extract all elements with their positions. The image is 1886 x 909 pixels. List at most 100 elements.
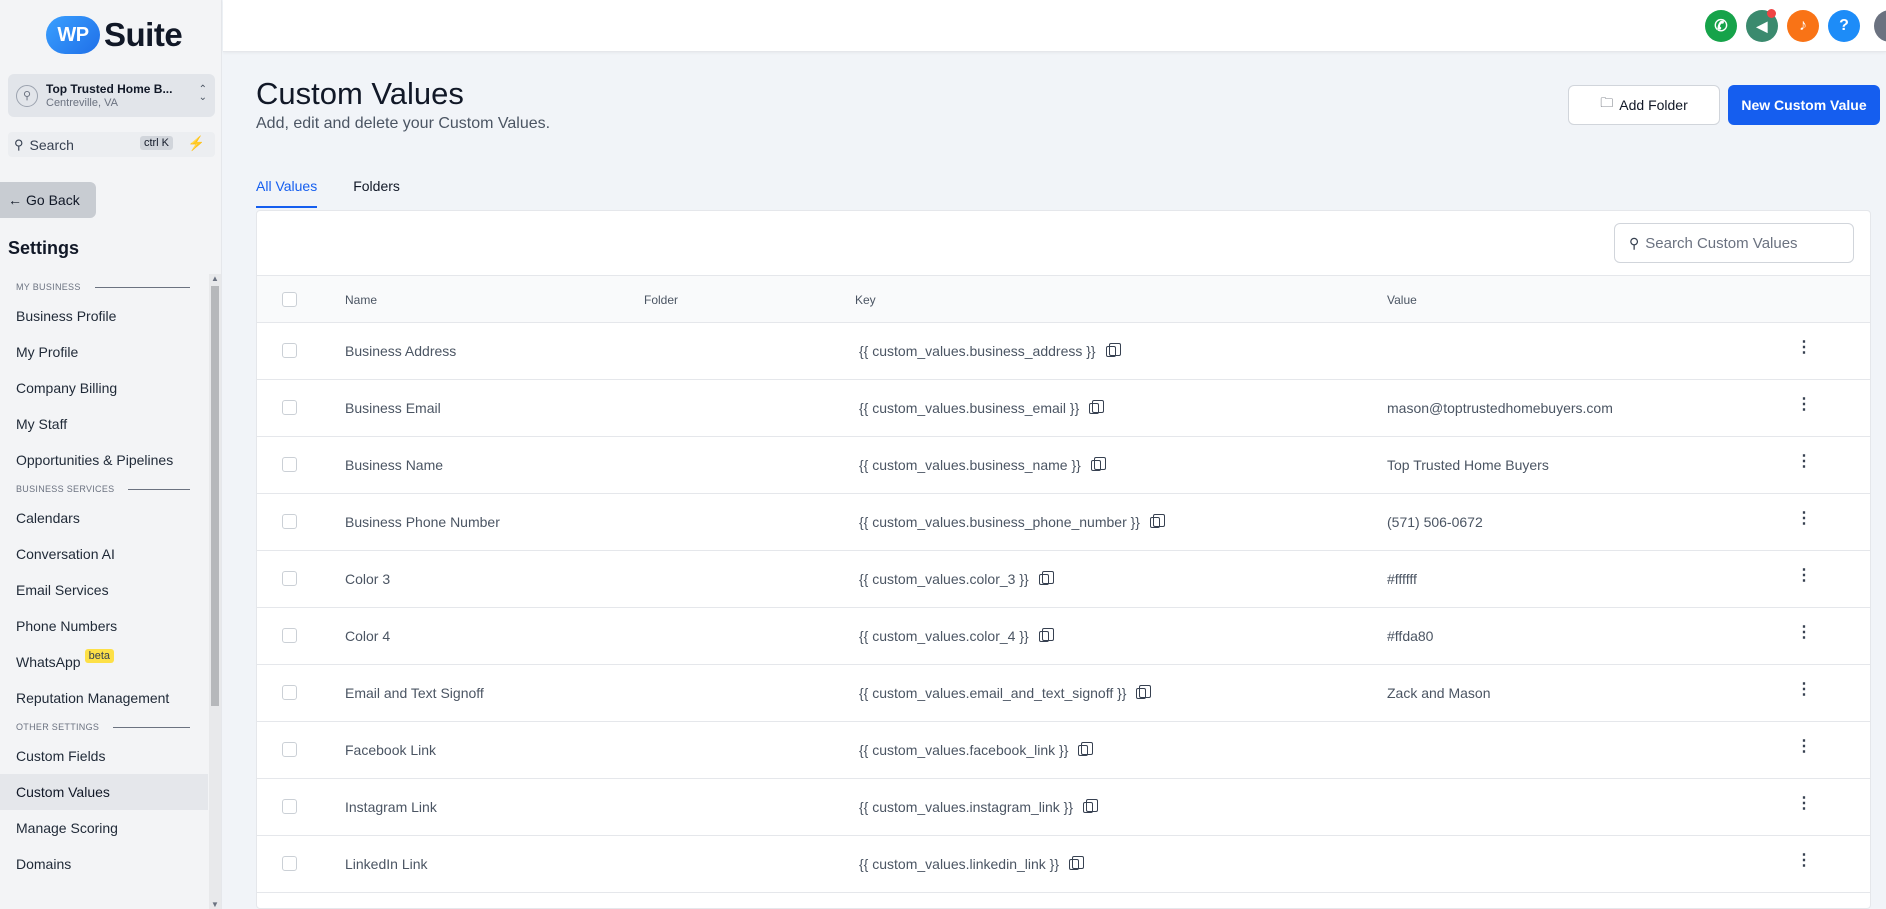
megaphone-icon[interactable]: ◀ bbox=[1746, 9, 1778, 42]
table-row[interactable]: Instagram Link {{ custom_values.instagram… bbox=[257, 779, 1870, 836]
row-checkbox[interactable] bbox=[282, 457, 297, 472]
logo[interactable]: WP Suite bbox=[46, 16, 183, 54]
sidebar: WP Suite ⚲ Top Trusted Home B... Centrev… bbox=[0, 0, 222, 909]
page-title: Custom Values bbox=[256, 76, 464, 111]
sidebar-item-custom-fields[interactable]: Custom Fields bbox=[0, 738, 208, 774]
sidebar-item-calendars[interactable]: Calendars bbox=[0, 500, 208, 536]
more-options-icon[interactable]: ⋮ bbox=[1796, 625, 1812, 641]
row-checkbox[interactable] bbox=[282, 514, 297, 529]
sidebar-item-my-staff[interactable]: My Staff bbox=[0, 406, 208, 442]
copy-icon[interactable] bbox=[1089, 400, 1105, 414]
sidebar-item-reputation[interactable]: Reputation Management bbox=[0, 680, 208, 716]
copy-icon[interactable] bbox=[1078, 742, 1094, 756]
table-row[interactable]: Business Address {{ custom_values.busines… bbox=[257, 323, 1870, 380]
row-key-cell: {{ custom_values.facebook_link }} bbox=[859, 742, 1094, 758]
search-custom-values-input[interactable]: ⚲ Search Custom Values bbox=[1614, 223, 1854, 263]
copy-icon[interactable] bbox=[1083, 799, 1099, 813]
copy-icon[interactable] bbox=[1105, 343, 1121, 357]
profile-avatar[interactable] bbox=[1874, 10, 1886, 42]
copy-icon[interactable] bbox=[1038, 571, 1054, 585]
sidebar-item-whatsapp[interactable]: WhatsApp beta bbox=[0, 644, 208, 680]
more-options-icon[interactable]: ⋮ bbox=[1796, 568, 1812, 584]
row-checkbox[interactable] bbox=[282, 628, 297, 643]
row-name: Business Name bbox=[345, 457, 444, 473]
logo-text: Suite bbox=[104, 16, 183, 53]
table-row[interactable]: LinkedIn Link {{ custom_values.linkedin_l… bbox=[257, 836, 1870, 893]
header-value[interactable]: Value bbox=[1387, 293, 1417, 307]
header-name[interactable]: Name bbox=[345, 293, 377, 307]
sidebar-item-business-profile[interactable]: Business Profile bbox=[0, 298, 208, 334]
scrollbar-thumb[interactable] bbox=[211, 286, 219, 706]
sidebar-item-conversation-ai[interactable]: Conversation AI bbox=[0, 536, 208, 572]
help-icon[interactable]: ? bbox=[1828, 10, 1860, 42]
copy-icon[interactable] bbox=[1069, 856, 1085, 870]
account-switcher[interactable]: ⚲ Top Trusted Home B... Centreville, VA … bbox=[8, 74, 215, 117]
row-key-cell: {{ custom_values.business_name }} bbox=[859, 457, 1106, 473]
row-checkbox[interactable] bbox=[282, 685, 297, 700]
row-checkbox[interactable] bbox=[282, 400, 297, 415]
row-name: Business Address bbox=[345, 343, 457, 359]
row-checkbox[interactable] bbox=[282, 343, 297, 358]
scroll-down-icon[interactable]: ▼ bbox=[211, 900, 219, 909]
row-name: Color 4 bbox=[345, 628, 391, 644]
select-all-checkbox[interactable] bbox=[282, 292, 297, 307]
table-row[interactable]: Color 4 {{ custom_values.color_4 }} #ffda8… bbox=[257, 608, 1870, 665]
tab-all-values[interactable]: All Values bbox=[256, 178, 318, 208]
copy-icon[interactable] bbox=[1090, 457, 1106, 471]
row-checkbox[interactable] bbox=[282, 799, 297, 814]
table-row[interactable]: Facebook Link {{ custom_values.facebook_l… bbox=[257, 722, 1870, 779]
table-row[interactable]: Email and Text Signoff {{ custom_values.e… bbox=[257, 665, 1870, 722]
table-row[interactable]: Business Email {{ custom_values.business_… bbox=[257, 380, 1870, 437]
header-key[interactable]: Key bbox=[855, 293, 876, 307]
bell-icon[interactable]: ♪ bbox=[1787, 10, 1819, 42]
account-name: Top Trusted Home B... bbox=[46, 81, 173, 96]
sidebar-search-label: Search bbox=[29, 136, 74, 153]
sidebar-item-domains[interactable]: Domains bbox=[0, 846, 208, 882]
more-options-icon[interactable]: ⋮ bbox=[1796, 739, 1812, 755]
table-row[interactable]: Color 3 {{ custom_values.color_3 }} #fffff… bbox=[257, 551, 1870, 608]
copy-icon[interactable] bbox=[1136, 685, 1152, 699]
more-options-icon[interactable]: ⋮ bbox=[1796, 853, 1812, 869]
more-options-icon[interactable]: ⋮ bbox=[1796, 397, 1812, 413]
table-row[interactable]: Business Name {{ custom_values.business_n… bbox=[257, 437, 1870, 494]
more-options-icon[interactable]: ⋮ bbox=[1796, 454, 1812, 470]
table-row[interactable]: Business Phone Number {{ custom_values.bu… bbox=[257, 494, 1870, 551]
sidebar-item-manage-scoring[interactable]: Manage Scoring bbox=[0, 810, 208, 846]
sidebar-item-email-services[interactable]: Email Services bbox=[0, 572, 208, 608]
row-checkbox[interactable] bbox=[282, 742, 297, 757]
tabs: All Values Folders bbox=[256, 178, 436, 208]
more-options-icon[interactable]: ⋮ bbox=[1796, 511, 1812, 527]
sidebar-item-custom-values[interactable]: Custom Values bbox=[0, 774, 208, 810]
row-key: {{ custom_values.color_3 }} bbox=[859, 571, 1029, 587]
sidebar-item-opportunities[interactable]: Opportunities & Pipelines bbox=[0, 442, 208, 478]
phone-icon[interactable]: ✆ bbox=[1705, 10, 1737, 42]
more-options-icon[interactable]: ⋮ bbox=[1796, 340, 1812, 356]
sidebar-search[interactable]: ⚲ Search ctrl K ⚡ bbox=[8, 132, 215, 157]
new-custom-value-button[interactable]: New Custom Value bbox=[1728, 85, 1880, 125]
sidebar-item-phone-numbers[interactable]: Phone Numbers bbox=[0, 608, 208, 644]
sidebar-scrollbar[interactable]: ▲ ▼ bbox=[209, 274, 221, 909]
add-folder-button[interactable]: 🗀 Add Folder bbox=[1568, 85, 1720, 125]
more-options-icon[interactable]: ⋮ bbox=[1796, 796, 1812, 812]
go-back-button[interactable]: ← Go Back bbox=[0, 182, 96, 218]
row-name: Business Email bbox=[345, 400, 441, 416]
folder-plus-icon: 🗀 bbox=[1600, 95, 1614, 110]
row-checkbox[interactable] bbox=[282, 571, 297, 586]
copy-icon[interactable] bbox=[1038, 628, 1054, 642]
section-business-services: BUSINESS SERVICES bbox=[0, 478, 208, 500]
row-key: {{ custom_values.email_and_text_signoff … bbox=[859, 685, 1127, 701]
sidebar-item-company-billing[interactable]: Company Billing bbox=[0, 370, 208, 406]
row-name: Color 3 bbox=[345, 571, 391, 587]
more-options-icon[interactable]: ⋮ bbox=[1796, 682, 1812, 698]
header-folder[interactable]: Folder bbox=[644, 293, 678, 307]
settings-nav: MY BUSINESS Business Profile My Profile … bbox=[0, 276, 208, 882]
scroll-up-icon[interactable]: ▲ bbox=[211, 274, 219, 283]
account-location: Centreville, VA bbox=[46, 96, 118, 109]
tab-folders[interactable]: Folders bbox=[353, 178, 400, 208]
row-checkbox[interactable] bbox=[282, 856, 297, 871]
logo-badge: WP bbox=[46, 16, 100, 54]
bolt-icon[interactable]: ⚡ bbox=[188, 135, 205, 152]
sidebar-item-my-profile[interactable]: My Profile bbox=[0, 334, 208, 370]
copy-icon[interactable] bbox=[1149, 514, 1165, 528]
row-value: #ffffff bbox=[1387, 571, 1417, 587]
